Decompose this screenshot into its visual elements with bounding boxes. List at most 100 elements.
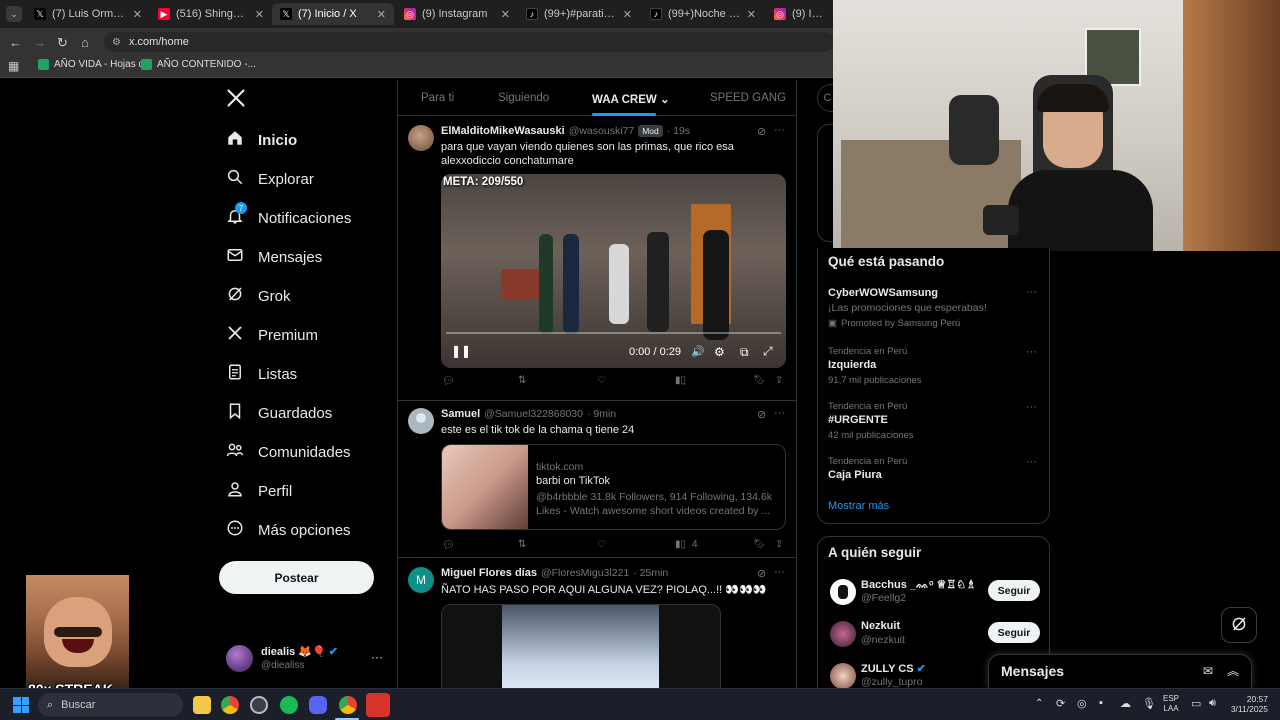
taskbar-search[interactable]: ⌕ Buscar: [38, 693, 183, 717]
sidebar-item-comunidades[interactable]: Comunidades: [226, 441, 351, 463]
picture-in-picture-icon[interactable]: ⧉: [740, 345, 749, 360]
sidebar-item-explorar[interactable]: Explorar: [226, 168, 314, 190]
avatar[interactable]: [830, 579, 856, 605]
tweet[interactable]: Samuel @Samuel322868030 · 9min ⊘ ··· est…: [398, 402, 796, 558]
tab-waa-crew[interactable]: WAA CREW ⌄: [592, 92, 670, 106]
browser-tab-7[interactable]: ◎ (9) Instagram: [766, 3, 836, 25]
grok-icon[interactable]: ⊘: [757, 408, 766, 421]
avatar[interactable]: [830, 621, 856, 647]
x-logo-icon[interactable]: [226, 88, 246, 111]
more-horizontal-icon[interactable]: ···: [1026, 346, 1037, 358]
settings-icon[interactable]: ⚙: [714, 345, 725, 359]
pause-icon[interactable]: ❚❚: [451, 344, 471, 358]
browser-tab-3[interactable]: 𝕏 (7) Inicio / X ✕: [272, 3, 394, 25]
volume-icon[interactable]: 🔊︎: [1209, 697, 1216, 710]
close-icon[interactable]: ✕: [255, 8, 264, 21]
streaming-app-icon[interactable]: [366, 693, 390, 717]
avatar[interactable]: [408, 408, 434, 434]
chevron-up-icon[interactable]: ︽: [1227, 662, 1239, 679]
more-horizontal-icon[interactable]: ···: [774, 407, 785, 419]
reply-icon[interactable]: 💬︎: [442, 376, 455, 387]
grok-icon[interactable]: ⊘: [757, 125, 766, 138]
sidebar-item-listas[interactable]: Listas: [226, 363, 297, 385]
views-icon[interactable]: ▮▯: [675, 375, 686, 386]
trend-item[interactable]: Tendencia en Perú Izquierda 91,7 mil pub…: [818, 344, 1049, 388]
bookmark-2[interactable]: AÑO CONTENIDO -...: [141, 59, 256, 70]
more-horizontal-icon[interactable]: ···: [774, 566, 785, 578]
suggestion-name[interactable]: Nezkuit: [861, 620, 900, 632]
new-message-icon[interactable]: ✉: [1203, 664, 1213, 678]
bookmark-1[interactable]: AÑO VIDA - Hojas d...: [38, 59, 152, 70]
bookmark-icon[interactable]: 🔖︎: [753, 539, 766, 550]
more-horizontal-icon[interactable]: ···: [1026, 456, 1037, 468]
suggestion-name-row[interactable]: ZULLY CS ✔: [861, 662, 926, 675]
close-icon[interactable]: ✕: [747, 8, 756, 21]
chrome-icon[interactable]: [221, 696, 239, 714]
tweet-author-name[interactable]: Miguel Flores días: [441, 567, 537, 579]
video-progress-track[interactable]: [446, 332, 781, 334]
close-icon[interactable]: ✕: [623, 8, 632, 21]
share-icon[interactable]: ⇪: [775, 375, 783, 386]
tweet-author-handle[interactable]: @FloresMigu3l221: [541, 567, 629, 579]
like-icon[interactable]: ♡: [597, 539, 606, 550]
sidebar-item-inicio[interactable]: Inicio: [226, 129, 297, 151]
apps-grid-icon[interactable]: ▦: [8, 59, 19, 73]
system-clock[interactable]: 20:57 3/11/2025: [1226, 694, 1268, 714]
reply-icon[interactable]: 💬︎: [442, 540, 455, 551]
show-more-link[interactable]: Mostrar más: [828, 500, 889, 512]
messages-drawer[interactable]: Mensajes ✉ ︽: [988, 654, 1252, 688]
close-icon[interactable]: ✕: [377, 8, 386, 21]
suggestion-name[interactable]: Bacchus _ᨐᵒ ♕♖♘♗: [861, 578, 976, 592]
tweet-author-handle[interactable]: @Samuel322868030: [484, 408, 583, 420]
tweet-author-name[interactable]: Samuel: [441, 408, 480, 420]
reload-icon[interactable]: ↻: [57, 35, 68, 51]
network-tray-icon[interactable]: ☁: [1120, 697, 1131, 710]
spotify-icon[interactable]: [280, 696, 298, 714]
sidebar-item-guardados[interactable]: Guardados: [226, 402, 332, 424]
more-horizontal-icon[interactable]: ···: [1026, 286, 1037, 298]
tweet[interactable]: M Miguel Flores días @FloresMigu3l221 · …: [398, 559, 796, 688]
url-field[interactable]: ⚙ x.com/home: [104, 32, 834, 52]
tweet[interactable]: ElMalditoMikeWasauski @wasouski77 Mod · …: [398, 117, 796, 401]
tweet-author-name[interactable]: ElMalditoMikeWasauski: [441, 125, 565, 137]
sidebar-item-mensajes[interactable]: Mensajes: [226, 246, 322, 268]
tab-siguiendo[interactable]: Siguiendo: [498, 92, 549, 104]
tab-speed-gang[interactable]: SPEED GANG: [710, 92, 786, 104]
tweet-video[interactable]: META: 209/550 ❚❚ 0:00 / 0:29 🔊 ⚙ ⧉ ⤢: [441, 174, 786, 368]
tab-para-ti[interactable]: Para ti: [421, 92, 454, 104]
trend-item[interactable]: Tendencia en Perú #URGENTE 42 mil public…: [818, 399, 1049, 443]
fullscreen-icon[interactable]: ⤢: [763, 344, 773, 359]
browser-tab-1[interactable]: 𝕏 (7) Luis Ormeño en X ✕: [26, 3, 150, 25]
tweet-time[interactable]: · 9min: [587, 408, 616, 420]
sidebar-item-grok[interactable]: Grok: [226, 285, 291, 307]
browser-tab-2[interactable]: ▶ (516) Shingeki No Kyo ✕: [150, 3, 272, 25]
app-tray-icon[interactable]: ◎: [1077, 697, 1087, 710]
link-card[interactable]: tiktok.com barbi on TikTok @b4rbbble 31.…: [441, 444, 786, 530]
repost-icon[interactable]: ⇅: [518, 375, 526, 386]
views-button[interactable]: ▮▯ 4: [675, 539, 698, 550]
language-indicator[interactable]: ESP LAA: [1163, 694, 1179, 714]
bookmark-icon[interactable]: 🔖︎: [753, 375, 766, 386]
microphone-icon[interactable]: 🎙︎: [1142, 697, 1156, 710]
avatar[interactable]: M: [408, 567, 434, 593]
home-icon[interactable]: ⌂: [81, 35, 89, 50]
tab-search-button[interactable]: ⌄: [6, 6, 22, 22]
grok-floating-button[interactable]: [1221, 607, 1257, 643]
tweet-media[interactable]: [441, 604, 721, 688]
like-icon[interactable]: ♡: [597, 375, 606, 386]
repost-icon[interactable]: ⇅: [518, 539, 526, 550]
close-icon[interactable]: ✕: [501, 8, 510, 21]
post-button[interactable]: Postear: [219, 561, 374, 594]
monitor-icon[interactable]: ▭: [1191, 697, 1201, 710]
browser-tab-4[interactable]: ◎ (9) Instagram ✕: [396, 3, 518, 25]
follow-button[interactable]: Seguir: [988, 580, 1040, 601]
follow-button[interactable]: Seguir: [988, 622, 1040, 643]
grok-icon[interactable]: ⊘: [757, 567, 766, 580]
sidebar-item-notificaciones[interactable]: 7 Notificaciones: [226, 202, 351, 229]
tweet-time[interactable]: · 25min: [633, 567, 668, 579]
nvidia-icon[interactable]: ▪: [1099, 697, 1103, 709]
avatar[interactable]: [408, 125, 434, 151]
forward-arrow-icon[interactable]: →: [33, 35, 46, 50]
chevron-up-icon[interactable]: ⌃: [1035, 698, 1043, 709]
windows-start-icon[interactable]: [13, 697, 29, 713]
